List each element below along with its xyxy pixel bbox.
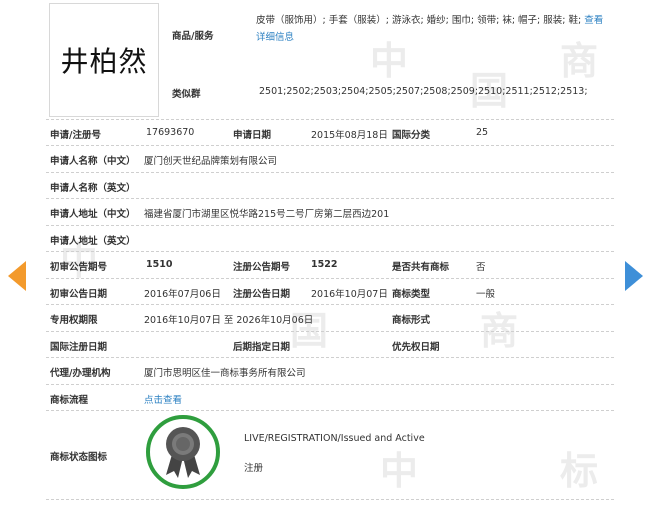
status-cn: 注册 xyxy=(244,463,264,474)
trademark-image: 井柏然 xyxy=(49,3,159,117)
app-date-label: 申请日期 xyxy=(233,130,272,141)
priority-date-label: 优先权日期 xyxy=(392,342,440,353)
flow-link[interactable]: 点击查看 xyxy=(144,392,182,406)
mark-type: 一般 xyxy=(476,289,496,300)
reg-no-label: 申请/注册号 xyxy=(50,130,101,141)
row-agent: 代理/办理机构 厦门市思明区佳一商标事务所有限公司 xyxy=(46,357,614,384)
similar-value: 2501;2502;2503;2504;2505;2507;2508;2509;… xyxy=(259,86,588,97)
address-en-label: 申请人地址（英文） xyxy=(50,236,136,247)
mark-form-label: 商标形式 xyxy=(392,315,431,326)
row-publication-date: 初审公告日期 2016年07月06日 注册公告日期 2016年10月07日 商标… xyxy=(46,278,614,305)
reg-pub-no: 1522 xyxy=(311,259,338,270)
agent: 厦门市思明区佳一商标事务所有限公司 xyxy=(144,368,306,379)
mark-name: 井柏然 xyxy=(60,45,148,78)
reg-pub-no-label: 注册公告期号 xyxy=(233,262,291,273)
mark-type-label: 商标类型 xyxy=(392,289,431,300)
exclusive-period: 2016年10月07日 至 2026年10月06日 xyxy=(144,315,314,326)
intl-reg-date-label: 国际注册日期 xyxy=(50,342,108,353)
row-status: 商标状态图标 LIVE/REGISTRATION/Issued and Acti… xyxy=(46,410,614,500)
award-ribbon-icon xyxy=(146,415,220,489)
app-date: 2015年08月18日 xyxy=(311,130,388,141)
arrow-left-icon[interactable] xyxy=(8,261,26,291)
row-flow: 商标流程 点击查看 xyxy=(46,384,614,411)
row-exclusive: 专用权期限 2016年10月07日 至 2026年10月06日 商标形式 xyxy=(46,304,614,331)
reg-pub-date-label: 注册公告日期 xyxy=(233,289,291,300)
status-icon-label: 商标状态图标 xyxy=(50,452,108,463)
intl-class-label: 国际分类 xyxy=(392,130,431,141)
flow-label: 商标流程 xyxy=(50,395,89,406)
status-en: LIVE/REGISTRATION/Issued and Active xyxy=(244,433,425,444)
address-cn-label: 申请人地址（中文） xyxy=(50,209,136,220)
applicant-cn: 厦门创天世纪品牌策划有限公司 xyxy=(144,156,278,167)
exclusive-label: 专用权期限 xyxy=(50,315,98,326)
row-applicant-cn: 申请人名称（中文） 厦门创天世纪品牌策划有限公司 xyxy=(46,145,614,172)
intl-class: 25 xyxy=(476,127,489,138)
applicant-cn-label: 申请人名称（中文） xyxy=(50,156,136,167)
row-registration: 申请/注册号 17693670 申请日期 2015年08月18日 国际分类 25 xyxy=(46,119,614,146)
row-address-en: 申请人地址（英文） xyxy=(46,225,614,252)
later-date-label: 后期指定日期 xyxy=(233,342,291,353)
trademark-detail: 井柏然 商品/服务 皮带（服饰用）; 手套（服装）; 游泳衣; 婚纱; 围巾; … xyxy=(46,0,614,507)
agent-label: 代理/办理机构 xyxy=(50,368,111,379)
arrow-right-icon[interactable] xyxy=(625,261,643,291)
goods-list: 皮带（服饰用）; 手套（服装）; 游泳衣; 婚纱; 围巾; 领带; 袜; 帽子;… xyxy=(256,12,606,46)
prelim-no: 1510 xyxy=(146,259,173,270)
row-intl-dates: 国际注册日期 后期指定日期 优先权日期 xyxy=(46,331,614,358)
goods-label: 商品/服务 xyxy=(172,31,214,42)
prelim-date-label: 初审公告日期 xyxy=(50,289,108,300)
row-applicant-en: 申请人名称（英文） xyxy=(46,172,614,199)
row-publication-no: 初审公告期号 1510 注册公告期号 1522 是否共有商标 否 xyxy=(46,251,614,278)
shared: 否 xyxy=(476,262,486,273)
prelim-no-label: 初审公告期号 xyxy=(50,262,108,273)
address-cn: 福建省厦门市湖里区悦华路215号二号厂房第二层西边201 xyxy=(144,209,390,220)
reg-pub-date: 2016年10月07日 xyxy=(311,289,388,300)
reg-no: 17693670 xyxy=(146,127,195,138)
goods-text: 皮带（服饰用）; 手套（服装）; 游泳衣; 婚纱; 围巾; 领带; 袜; 帽子;… xyxy=(256,15,582,26)
similar-label: 类似群 xyxy=(172,89,201,100)
shared-label: 是否共有商标 xyxy=(392,262,450,273)
row-address-cn: 申请人地址（中文） 福建省厦门市湖里区悦华路215号二号厂房第二层西边201 xyxy=(46,198,614,225)
applicant-en-label: 申请人名称（英文） xyxy=(50,183,136,194)
prelim-date: 2016年07月06日 xyxy=(144,289,221,300)
